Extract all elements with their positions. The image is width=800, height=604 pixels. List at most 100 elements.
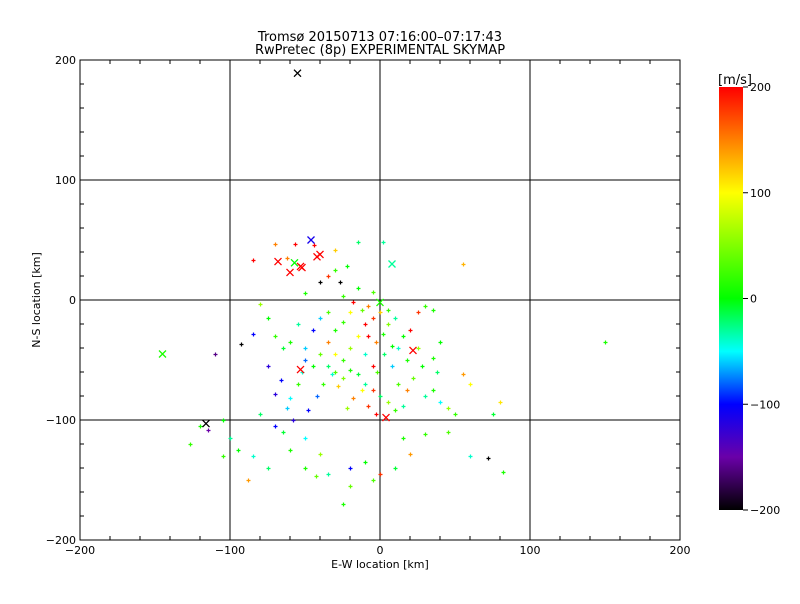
data-point	[393, 466, 398, 471]
data-point	[338, 280, 343, 285]
data-point	[345, 264, 350, 269]
data-point	[221, 418, 226, 423]
colorbar-tick-label: −200	[750, 504, 780, 517]
colorbar-tick-label: 0	[750, 293, 757, 306]
data-point	[366, 334, 371, 339]
data-point	[396, 346, 401, 351]
data-point	[393, 316, 398, 321]
data-point	[315, 394, 320, 399]
data-point	[435, 370, 440, 375]
data-point	[303, 436, 308, 441]
data-point	[306, 408, 311, 413]
data-point	[251, 454, 256, 459]
data-point	[371, 364, 376, 369]
data-point	[279, 378, 284, 383]
data-point	[386, 308, 391, 313]
data-point	[431, 356, 436, 361]
data-point	[318, 280, 323, 285]
colorbar-tick-label: 100	[750, 187, 771, 200]
data-cross-marker	[158, 350, 167, 358]
data-point	[408, 328, 413, 333]
data-point	[416, 310, 421, 315]
data-cross-marker	[290, 258, 299, 267]
data-point	[341, 502, 346, 507]
data-point	[390, 364, 395, 369]
data-point	[363, 460, 368, 465]
data-point	[363, 352, 368, 357]
data-point	[348, 346, 353, 351]
data-point	[348, 368, 353, 373]
data-point	[356, 286, 361, 291]
data-point	[396, 382, 401, 387]
data-cross-marker	[316, 250, 324, 259]
data-point	[386, 322, 391, 327]
data-point	[390, 344, 395, 349]
data-point	[266, 466, 271, 471]
data-point	[401, 436, 406, 441]
data-point	[356, 240, 361, 245]
data-point	[363, 382, 368, 387]
data-point	[251, 258, 256, 263]
colorbar-ticks: 200 100 0 −100 −200	[743, 81, 780, 517]
data-point	[258, 302, 263, 307]
x-tick-label: −100	[215, 544, 245, 557]
y-tick-label: 0	[69, 294, 76, 307]
data-point	[420, 364, 425, 369]
data-point	[378, 394, 383, 399]
data-cross-marker	[307, 236, 315, 244]
data-point	[281, 346, 286, 351]
data-point	[236, 448, 241, 453]
data-point	[291, 418, 296, 423]
data-point	[246, 478, 251, 483]
data-point	[303, 466, 308, 471]
data-point	[266, 316, 271, 321]
data-cross-marker	[202, 419, 210, 428]
data-point	[366, 304, 371, 309]
data-point	[374, 340, 379, 345]
data-point	[371, 316, 376, 321]
data-cross-marker	[274, 257, 282, 266]
data-point	[281, 430, 286, 435]
y-tick-label: 100	[55, 174, 76, 187]
data-point	[345, 406, 350, 411]
chart-subtitle: RwPretec (8p) EXPERIMENTAL SKYMAP	[255, 43, 505, 58]
data-point	[326, 274, 331, 279]
data-point	[360, 308, 365, 313]
y-axis-label: N-S location [km]	[30, 252, 43, 348]
data-point	[501, 470, 506, 475]
data-point	[491, 412, 496, 417]
data-point	[371, 290, 376, 295]
data-point	[363, 322, 368, 327]
data-point	[293, 242, 298, 247]
data-point	[341, 358, 346, 363]
data-point	[382, 352, 387, 357]
data-point	[356, 334, 361, 339]
data-point	[273, 424, 278, 429]
data-point	[393, 408, 398, 413]
data-point	[453, 412, 458, 417]
data-point	[351, 300, 356, 305]
data-point	[498, 400, 503, 405]
data-point	[374, 412, 379, 417]
colorbar	[719, 87, 743, 510]
data-point	[423, 394, 428, 399]
colorbar-tick-label: −100	[750, 398, 780, 411]
data-point	[371, 478, 376, 483]
data-point	[228, 436, 233, 441]
data-point	[348, 484, 353, 489]
data-point	[333, 352, 338, 357]
data-point	[411, 376, 416, 381]
data-point	[356, 372, 361, 377]
data-point	[438, 340, 443, 345]
data-point	[266, 364, 271, 369]
data-point	[198, 424, 203, 429]
data-point	[273, 242, 278, 247]
colorbar-label: [m/s]	[718, 73, 752, 88]
data-point	[461, 262, 466, 267]
data-point	[318, 352, 323, 357]
data-point	[296, 322, 301, 327]
data-point	[333, 248, 338, 253]
data-point	[378, 310, 383, 315]
data-point	[405, 388, 410, 393]
data-point	[285, 406, 290, 411]
